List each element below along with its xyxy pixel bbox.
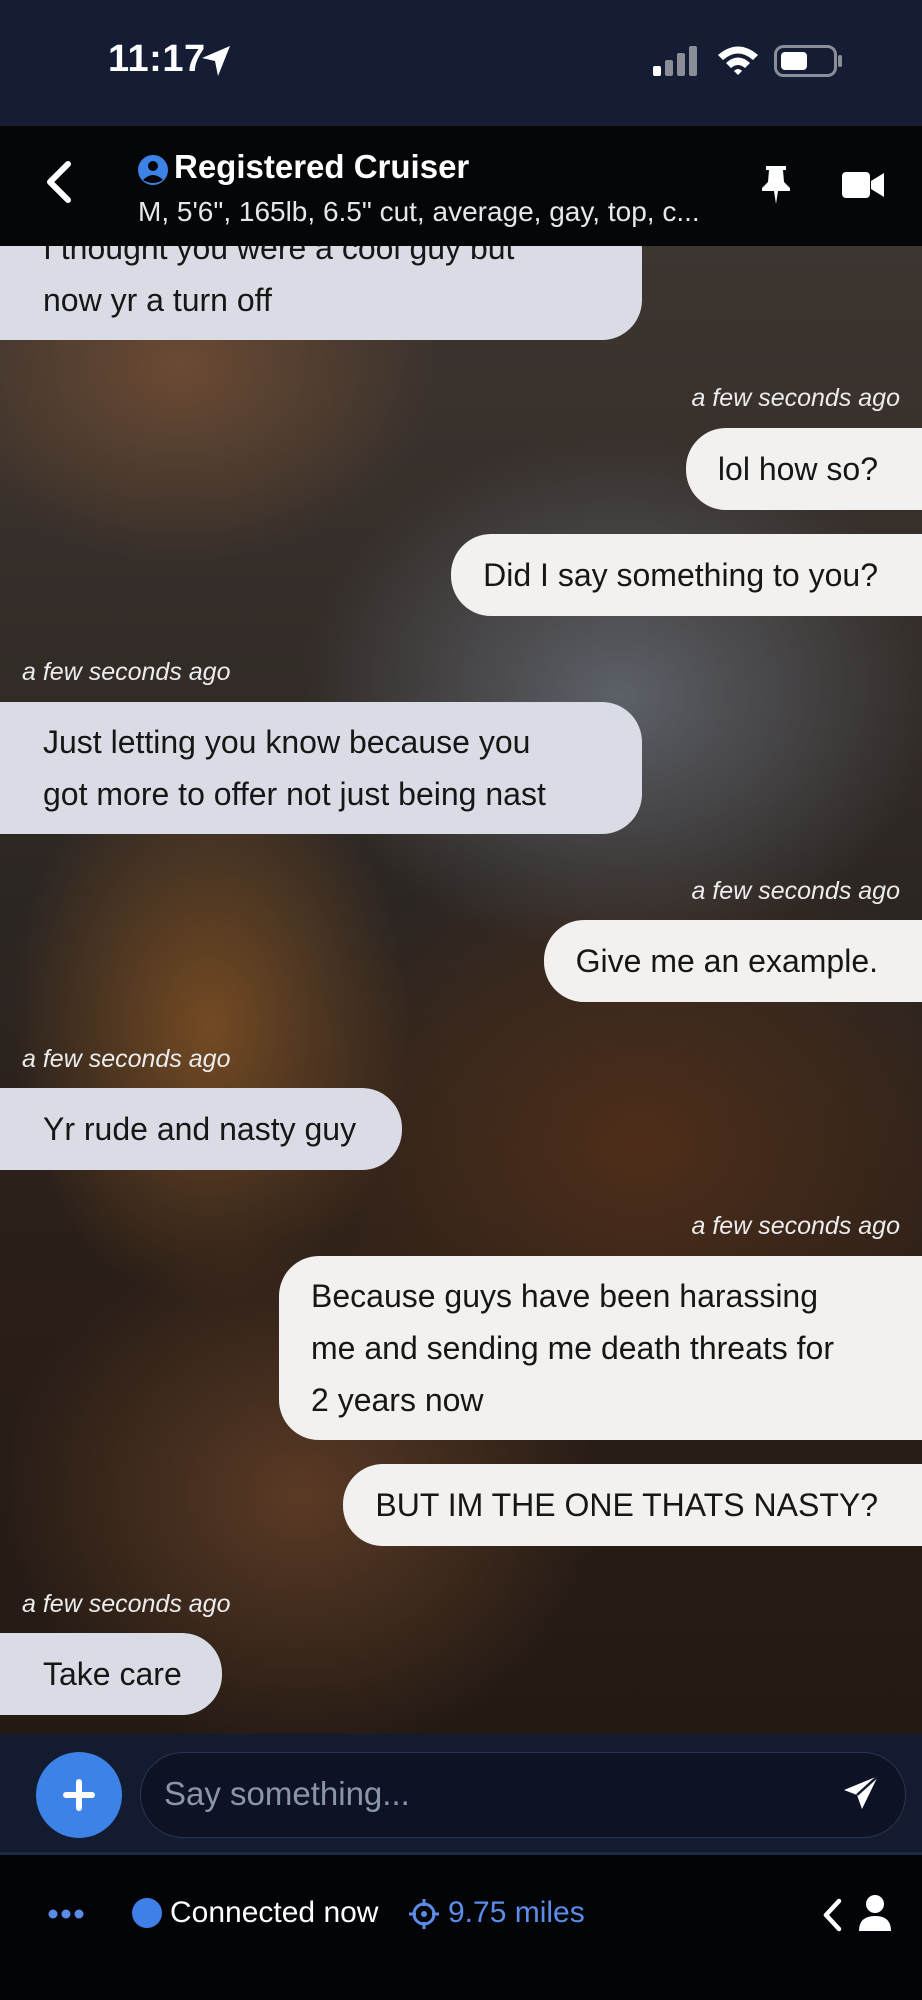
message-timestamp: a few seconds ago	[691, 1212, 900, 1240]
message-timestamp: a few seconds ago	[691, 877, 900, 905]
battery-icon	[774, 45, 842, 77]
video-camera-icon[interactable]	[842, 170, 884, 200]
chat-title[interactable]: Registered Cruiser	[174, 148, 469, 186]
message-outgoing: Give me an example.	[543, 920, 922, 1002]
more-dots-icon[interactable]	[48, 1908, 84, 1920]
message-incoming: Yr rude and nasty guy	[0, 1088, 402, 1170]
chat-area[interactable]: I thought you were a cool guy but now yr…	[0, 246, 922, 1734]
message-line: me and sending me death threats for	[311, 1330, 834, 1366]
message-line: Because guys have been harassing	[311, 1278, 819, 1314]
message-input-placeholder[interactable]: Say something...	[164, 1775, 410, 1813]
wifi-icon	[718, 46, 758, 75]
status-time: 11:17	[108, 38, 206, 80]
message-line: Did I say something to you?	[483, 557, 878, 593]
pin-icon[interactable]	[756, 164, 796, 206]
online-dot-icon	[132, 1898, 162, 1928]
message-timestamp: a few seconds ago	[691, 384, 900, 412]
cellular-signal-icon	[653, 46, 697, 76]
connection-status: Connected now	[170, 1896, 379, 1929]
message-outgoing: lol how so?	[685, 428, 922, 510]
message-incoming: Just letting you know because you got mo…	[0, 702, 642, 834]
message-timestamp: a few seconds ago	[22, 658, 231, 686]
message-line: got more to offer not just being nast	[43, 776, 546, 812]
message-line: Give me an example.	[575, 943, 878, 979]
user-circle-icon	[138, 155, 168, 185]
message-incoming: I thought you were a cool guy but now yr…	[0, 246, 642, 340]
message-line: 2 years now	[311, 1382, 484, 1418]
distance-label: 9.75 miles	[448, 1896, 585, 1929]
plus-icon	[63, 1779, 95, 1811]
message-line: I thought you were a cool guy but	[43, 246, 515, 266]
footer-divider	[0, 1852, 922, 1855]
location-target-icon	[409, 1899, 439, 1929]
add-attachment-button[interactable]	[36, 1752, 122, 1838]
person-icon[interactable]	[858, 1894, 892, 1932]
profile-summary[interactable]: M, 5'6", 165lb, 6.5" cut, average, gay, …	[138, 196, 718, 228]
message-timestamp: a few seconds ago	[22, 1045, 231, 1073]
message-outgoing: BUT IM THE ONE THATS NASTY?	[343, 1464, 922, 1546]
message-line: Just letting you know because you	[43, 724, 531, 760]
message-line: Take care	[43, 1656, 182, 1692]
message-line: BUT IM THE ONE THATS NASTY?	[375, 1487, 878, 1523]
message-incoming: Take care	[0, 1633, 222, 1715]
send-icon[interactable]	[842, 1774, 880, 1812]
message-line: Yr rude and nasty guy	[43, 1111, 357, 1147]
location-arrow-icon	[202, 46, 230, 76]
message-line: now yr a turn off	[43, 282, 272, 318]
message-outgoing: Did I say something to you?	[451, 534, 922, 616]
back-chevron-icon[interactable]	[42, 158, 76, 206]
message-outgoing: Because guys have been harassing me and …	[279, 1256, 922, 1440]
chevron-left-icon[interactable]	[820, 1896, 846, 1934]
message-timestamp: a few seconds ago	[22, 1590, 231, 1618]
message-line: lol how so?	[717, 451, 878, 487]
